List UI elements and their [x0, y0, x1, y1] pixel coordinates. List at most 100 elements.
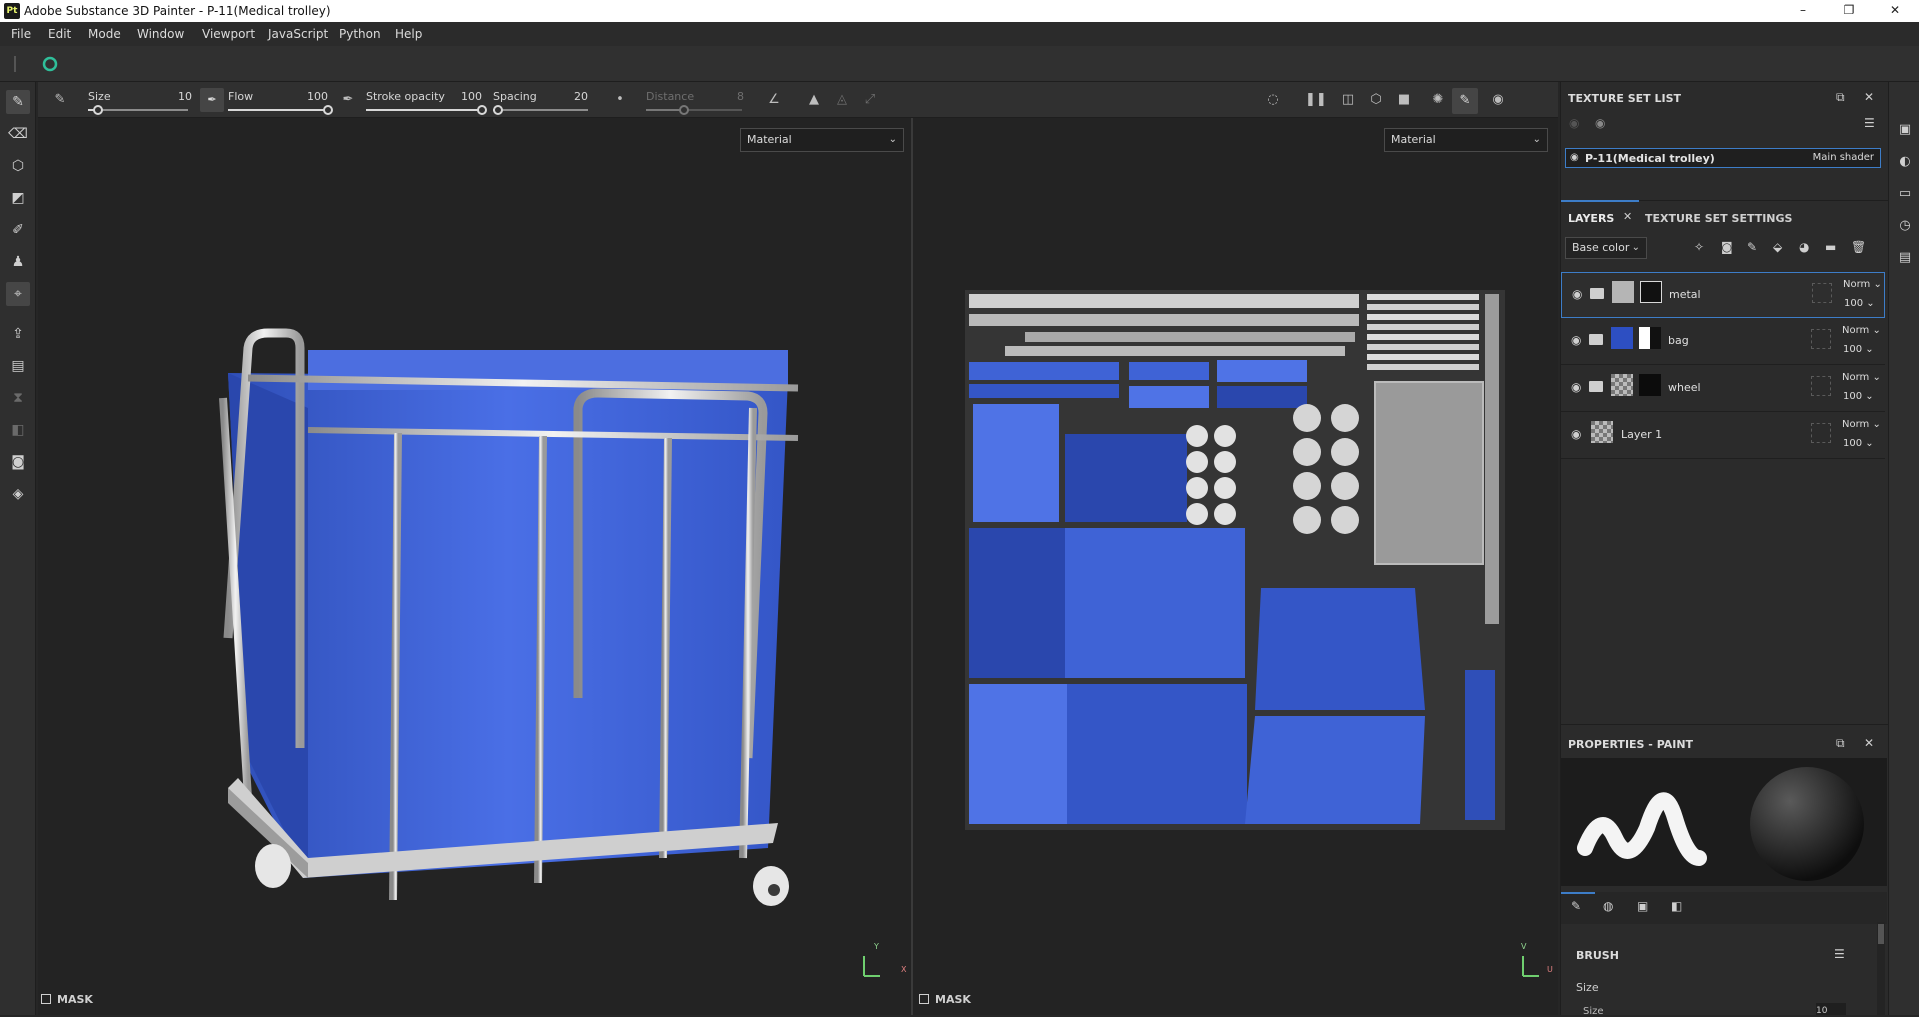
- blend-mode-dropdown[interactable]: Norm ⌄: [1842, 419, 1881, 430]
- hidden-eye-icon[interactable]: ◉: [1569, 116, 1579, 130]
- paint-mode-icon[interactable]: ✎: [1452, 88, 1478, 114]
- log-icon[interactable]: ▤: [1895, 248, 1915, 268]
- pressure-size-icon[interactable]: ✒: [200, 88, 224, 112]
- camera-icon[interactable]: ■: [1394, 90, 1414, 110]
- add-folder-icon[interactable]: ▬: [1825, 240, 1836, 254]
- eye-icon[interactable]: ◉: [1571, 333, 1581, 347]
- pressure-flow-icon[interactable]: ✒: [338, 90, 358, 110]
- mask-toggle-3d[interactable]: MASK: [41, 993, 93, 1006]
- section-menu-icon[interactable]: ☰: [1834, 947, 1845, 961]
- uv-tool-icon[interactable]: ◙: [6, 450, 30, 474]
- delete-layer-icon[interactable]: 🗑: [1851, 240, 1866, 254]
- eye-icon[interactable]: ◉: [1571, 427, 1581, 441]
- mask-checkbox[interactable]: [919, 994, 929, 1004]
- eye-icon[interactable]: ◉: [1595, 116, 1605, 130]
- angle-icon[interactable]: ∠: [764, 90, 784, 110]
- asset-tool-icon[interactable]: ◈: [6, 482, 30, 506]
- viewport-2d-mode-dropdown[interactable]: Material ⌄: [1384, 128, 1548, 152]
- mask-thumbnail[interactable]: [1639, 374, 1661, 396]
- tab-texture-set-settings[interactable]: TEXTURE SET SETTINGS: [1645, 212, 1792, 225]
- lazy-mouse-icon[interactable]: •: [610, 90, 630, 110]
- texture-set-shader[interactable]: Main shader: [1813, 152, 1874, 163]
- layer-row-bag[interactable]: ◉ bag Norm ⌄ 100 ⌄: [1561, 319, 1885, 365]
- brush-preset-icon[interactable]: ✎: [50, 90, 70, 110]
- eye-icon[interactable]: ◉: [1572, 287, 1582, 301]
- menu-file[interactable]: File: [11, 27, 31, 41]
- split-view-icon[interactable]: ◫: [1338, 90, 1358, 110]
- flow-slider[interactable]: [228, 105, 333, 115]
- opacity-value[interactable]: 100 ⌄: [1843, 438, 1874, 449]
- mask-toggle-2d[interactable]: MASK: [919, 993, 971, 1006]
- blend-mode-dropdown[interactable]: Norm ⌄: [1842, 325, 1881, 336]
- shader-settings-icon[interactable]: ◐: [1895, 152, 1915, 172]
- texture-set-item[interactable]: ◉ P-11(Medical trolley) Main shader: [1565, 148, 1881, 168]
- add-mask-icon[interactable]: ◙: [1721, 240, 1733, 254]
- spacing-slider[interactable]: [492, 105, 588, 115]
- add-fill-layer-icon[interactable]: ⬙: [1773, 240, 1782, 254]
- smudge-tool-icon[interactable]: ✐: [6, 218, 30, 242]
- undock-icon[interactable]: ⧉: [1836, 736, 1845, 751]
- close-panel-icon[interactable]: ✕: [1864, 90, 1874, 104]
- close-panel-icon[interactable]: ✕: [1864, 736, 1874, 750]
- menu-viewport[interactable]: Viewport: [202, 27, 255, 41]
- mask-checkbox[interactable]: [41, 994, 51, 1004]
- layer-row-metal[interactable]: ◉ metal Norm ⌄ 100 ⌄: [1561, 272, 1885, 318]
- blend-mode-dropdown[interactable]: Norm ⌄: [1842, 372, 1881, 383]
- paint-tool-icon[interactable]: ✎: [6, 90, 30, 114]
- layer-row-layer-1[interactable]: ◉ Layer 1 Norm ⌄ 100 ⌄: [1561, 413, 1885, 459]
- clone-tool-icon[interactable]: ♟: [6, 250, 30, 274]
- stroke-opacity-slider[interactable]: [366, 105, 487, 115]
- disabled-tool-icon[interactable]: ◧: [6, 418, 30, 442]
- menu-python[interactable]: Python: [339, 27, 381, 41]
- cube-view-icon[interactable]: ⬡: [1366, 90, 1386, 110]
- layer-color-slot[interactable]: [1812, 283, 1832, 303]
- minimize-button[interactable]: –: [1780, 0, 1826, 22]
- screenshot-icon[interactable]: ◉: [1488, 90, 1508, 110]
- polygon-fill-tool-icon[interactable]: ◩: [6, 186, 30, 210]
- close-button[interactable]: ✕: [1872, 0, 1918, 22]
- menu-window[interactable]: Window: [137, 27, 184, 41]
- smart-material-icon[interactable]: ◕: [1799, 240, 1809, 254]
- undock-icon[interactable]: ⧉: [1836, 90, 1845, 105]
- layer-row-wheel[interactable]: ◉ wheel Norm ⌄ 100 ⌄: [1561, 366, 1885, 412]
- mask-thumbnail[interactable]: [1640, 281, 1662, 303]
- viewport-3d-mode-dropdown[interactable]: Material ⌄: [740, 128, 904, 152]
- shelf-icon[interactable]: ▭: [1895, 184, 1915, 204]
- size-slider[interactable]: [88, 105, 188, 115]
- hourglass-tool-icon[interactable]: ⧗: [6, 386, 30, 410]
- menu-mode[interactable]: Mode: [88, 27, 121, 41]
- distance-slider[interactable]: [646, 105, 742, 115]
- eye-icon[interactable]: ◉: [1571, 380, 1581, 394]
- blend-mode-dropdown[interactable]: Norm ⌄: [1843, 279, 1882, 290]
- scrollbar[interactable]: [1877, 922, 1885, 1015]
- opacity-value[interactable]: 100 ⌄: [1843, 391, 1874, 402]
- history-icon[interactable]: ◷: [1895, 216, 1915, 236]
- stencil-tab-icon[interactable]: ▣: [1637, 899, 1648, 913]
- symmetry-icon[interactable]: ▲: [804, 90, 824, 110]
- environment-icon[interactable]: ✺: [1428, 90, 1448, 110]
- add-paint-layer-icon[interactable]: ✎: [1747, 240, 1757, 254]
- layer-color-slot[interactable]: [1811, 376, 1831, 396]
- hide-ui-icon[interactable]: ◌: [1263, 90, 1283, 110]
- menu-javascript[interactable]: JavaScript: [268, 27, 328, 41]
- pause-icon[interactable]: ❚❚: [1305, 90, 1327, 110]
- sync-plugin-icon[interactable]: [42, 56, 58, 72]
- mask-thumbnail[interactable]: [1639, 327, 1661, 349]
- eraser-tool-icon[interactable]: ⌫: [6, 122, 30, 146]
- display-settings-icon[interactable]: ▣: [1895, 120, 1915, 140]
- projection-tool-icon[interactable]: ⬡: [6, 154, 30, 178]
- menu-edit[interactable]: Edit: [48, 27, 71, 41]
- viewport-2d[interactable]: Material ⌄ V U MASK: [913, 118, 1558, 1015]
- brush-tab-icon[interactable]: ✎: [1571, 899, 1581, 913]
- menu-help[interactable]: Help: [395, 27, 422, 41]
- size-field[interactable]: 10: [1816, 1003, 1846, 1016]
- opacity-value[interactable]: 100 ⌄: [1843, 344, 1874, 355]
- channel-dropdown[interactable]: Base color ⌄: [1565, 237, 1647, 259]
- tab-layers[interactable]: LAYERS: [1568, 212, 1614, 225]
- opacity-value[interactable]: 100 ⌄: [1844, 298, 1875, 309]
- color-picker-tool-icon[interactable]: ⌖: [6, 282, 30, 306]
- maximize-button[interactable]: ❐: [1826, 0, 1872, 22]
- layer-color-slot[interactable]: [1811, 329, 1831, 349]
- geometry-mask-tool-icon[interactable]: ▤: [6, 354, 30, 378]
- layer-color-slot[interactable]: [1811, 423, 1831, 443]
